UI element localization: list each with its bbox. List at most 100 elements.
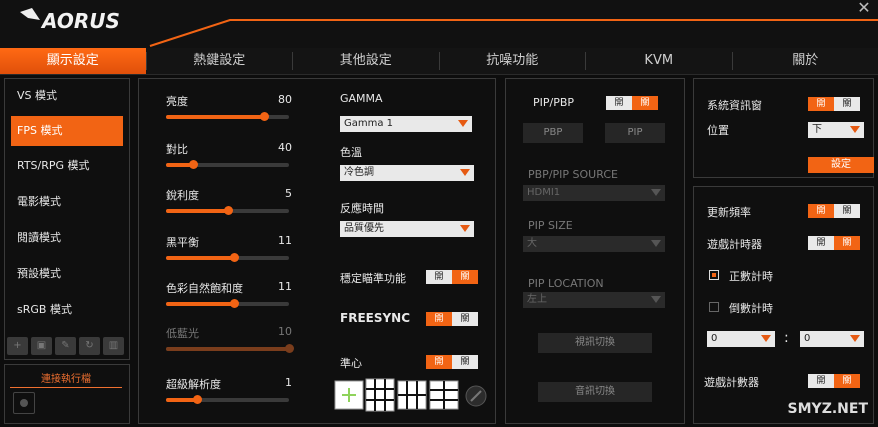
color-temp-select[interactable]: 冷色調	[340, 165, 474, 181]
tab-other[interactable]: 其他設定	[293, 48, 439, 74]
slider-fill	[166, 256, 234, 260]
count-up-label: 正數計時	[729, 270, 773, 283]
game-timer-toggle[interactable]: 開關	[808, 236, 860, 250]
chevron-down-icon	[651, 189, 661, 196]
slider-thumb[interactable]	[192, 395, 202, 404]
tab-kvm[interactable]: KVM	[586, 48, 732, 74]
game-counter-toggle[interactable]: 開關	[808, 374, 860, 388]
chevron-down-icon	[651, 240, 661, 247]
slider-value: 1	[285, 376, 292, 389]
reset-icon[interactable]: ↻	[79, 337, 100, 355]
location-select[interactable]: 左上	[523, 292, 665, 308]
tab-about[interactable]: 關於	[733, 48, 878, 74]
slider-value: 11	[278, 280, 292, 293]
mode-vs[interactable]: VS 模式	[11, 81, 123, 111]
delete-icon[interactable]: ▥	[103, 337, 124, 355]
seconds-select[interactable]: 0	[800, 331, 864, 347]
pip-toggle[interactable]: 開關	[606, 96, 658, 110]
mode-movie[interactable]: 電影模式	[11, 187, 123, 217]
watermark: SMYZ.NET	[787, 401, 868, 417]
size-select[interactable]: 大	[523, 236, 665, 252]
slider-value: 40	[278, 141, 292, 154]
minutes-select[interactable]: 0	[707, 331, 775, 347]
crosshair-grid-option-2[interactable]	[397, 380, 427, 410]
close-icon[interactable]: ✕	[856, 0, 872, 16]
slider-thumb[interactable]	[223, 206, 233, 215]
sysinfo-settings-button[interactable]: 設定	[808, 157, 874, 173]
gamma-select[interactable]: Gamma 1	[340, 116, 472, 132]
chevron-down-icon	[850, 335, 860, 342]
main-tabs: 顯示設定 熱鍵設定 其他設定 抗噪功能 KVM 關於	[0, 48, 878, 75]
crosshair-plus-option[interactable]	[334, 380, 364, 410]
aim-stabilizer-toggle[interactable]: 開關	[426, 270, 478, 284]
chevron-down-icon	[460, 225, 470, 232]
response-select[interactable]: 品質優先	[340, 221, 474, 237]
color-temp-label: 色溫	[340, 146, 362, 159]
crosshair-edit-icon[interactable]	[465, 385, 487, 407]
slider-track[interactable]	[166, 253, 289, 262]
mode-fps[interactable]: FPS 模式	[11, 116, 123, 146]
slider-label: 超級解析度	[166, 378, 221, 391]
save-icon[interactable]: ▣	[31, 337, 52, 355]
time-separator: :	[784, 330, 789, 346]
slider-label: 亮度	[166, 95, 188, 108]
slider-thumb[interactable]	[229, 299, 239, 308]
count-up-checkbox[interactable]	[709, 270, 719, 280]
count-down-checkbox[interactable]	[709, 302, 719, 312]
mode-default[interactable]: 預設模式	[11, 259, 123, 289]
count-down-label: 倒數計時	[729, 302, 773, 315]
video-switch-button[interactable]: 視訊切換	[538, 333, 652, 353]
chevron-down-icon	[761, 335, 771, 342]
crosshair-toggle[interactable]: 開關	[426, 355, 478, 369]
size-label: PIP SIZE	[528, 219, 573, 232]
slider-fill	[166, 115, 265, 119]
game-timer-label: 遊戲計時器	[707, 238, 762, 251]
slider-value: 5	[285, 187, 292, 200]
slider-label: 黑平衡	[166, 236, 199, 249]
chevron-down-icon	[651, 296, 661, 303]
slider-track[interactable]	[166, 206, 289, 215]
sysinfo-label: 系統資訊窗	[707, 99, 762, 112]
slider-label: 色彩自然飽和度	[166, 282, 243, 295]
crosshair-grid-option-1[interactable]	[365, 378, 395, 412]
mode-rts-rpg[interactable]: RTS/RPG 模式	[11, 151, 123, 181]
slider-fill	[166, 302, 234, 306]
edit-icon[interactable]: ✎	[55, 337, 76, 355]
freesync-toggle[interactable]: 開關	[426, 312, 478, 326]
crosshair-options	[334, 378, 487, 412]
slider-value: 80	[278, 93, 292, 106]
mode-srgb[interactable]: sRGB 模式	[11, 295, 123, 325]
freesync-label: FREESYNC	[340, 311, 411, 325]
slider-track[interactable]	[166, 112, 289, 121]
tab-hotkeys[interactable]: 熱鍵設定	[147, 48, 293, 74]
aim-stabilizer-label: 穩定瞄準功能	[340, 272, 406, 285]
pip-label: PIP/PBP	[533, 96, 575, 109]
slider-track[interactable]	[166, 395, 289, 404]
slider-value: 11	[278, 234, 292, 247]
refresh-toggle[interactable]: 開關	[808, 204, 860, 218]
slider-label: 銳利度	[166, 189, 199, 202]
sysinfo-toggle[interactable]: 開關	[808, 97, 860, 111]
response-label: 反應時間	[340, 202, 384, 215]
pip-button[interactable]: PIP	[605, 123, 665, 143]
slider-thumb[interactable]	[189, 160, 199, 169]
slider-track[interactable]	[166, 160, 289, 169]
refresh-label: 更新頻率	[707, 206, 751, 219]
slider-track[interactable]	[166, 299, 289, 308]
mode-toolbar: + ▣ ✎ ↻ ▥	[7, 337, 124, 355]
source-select[interactable]: HDMI1	[523, 185, 665, 201]
exec-slot[interactable]	[13, 392, 35, 414]
tab-noise[interactable]: 抗噪功能	[440, 48, 586, 74]
pbp-button[interactable]: PBP	[523, 123, 583, 143]
source-label: PBP/PIP SOURCE	[528, 168, 618, 181]
mode-reading[interactable]: 閱讀模式	[11, 223, 123, 253]
slider-track[interactable]	[166, 344, 294, 353]
slider-label: 對比	[166, 143, 188, 156]
slider-thumb[interactable]	[229, 253, 239, 262]
position-select[interactable]: 下	[808, 122, 864, 138]
audio-switch-button[interactable]: 音訊切換	[538, 382, 652, 402]
tab-display[interactable]: 顯示設定	[0, 48, 146, 74]
add-icon[interactable]: +	[7, 337, 28, 355]
crosshair-grid-option-3[interactable]	[429, 380, 459, 410]
slider-thumb[interactable]	[285, 344, 294, 353]
